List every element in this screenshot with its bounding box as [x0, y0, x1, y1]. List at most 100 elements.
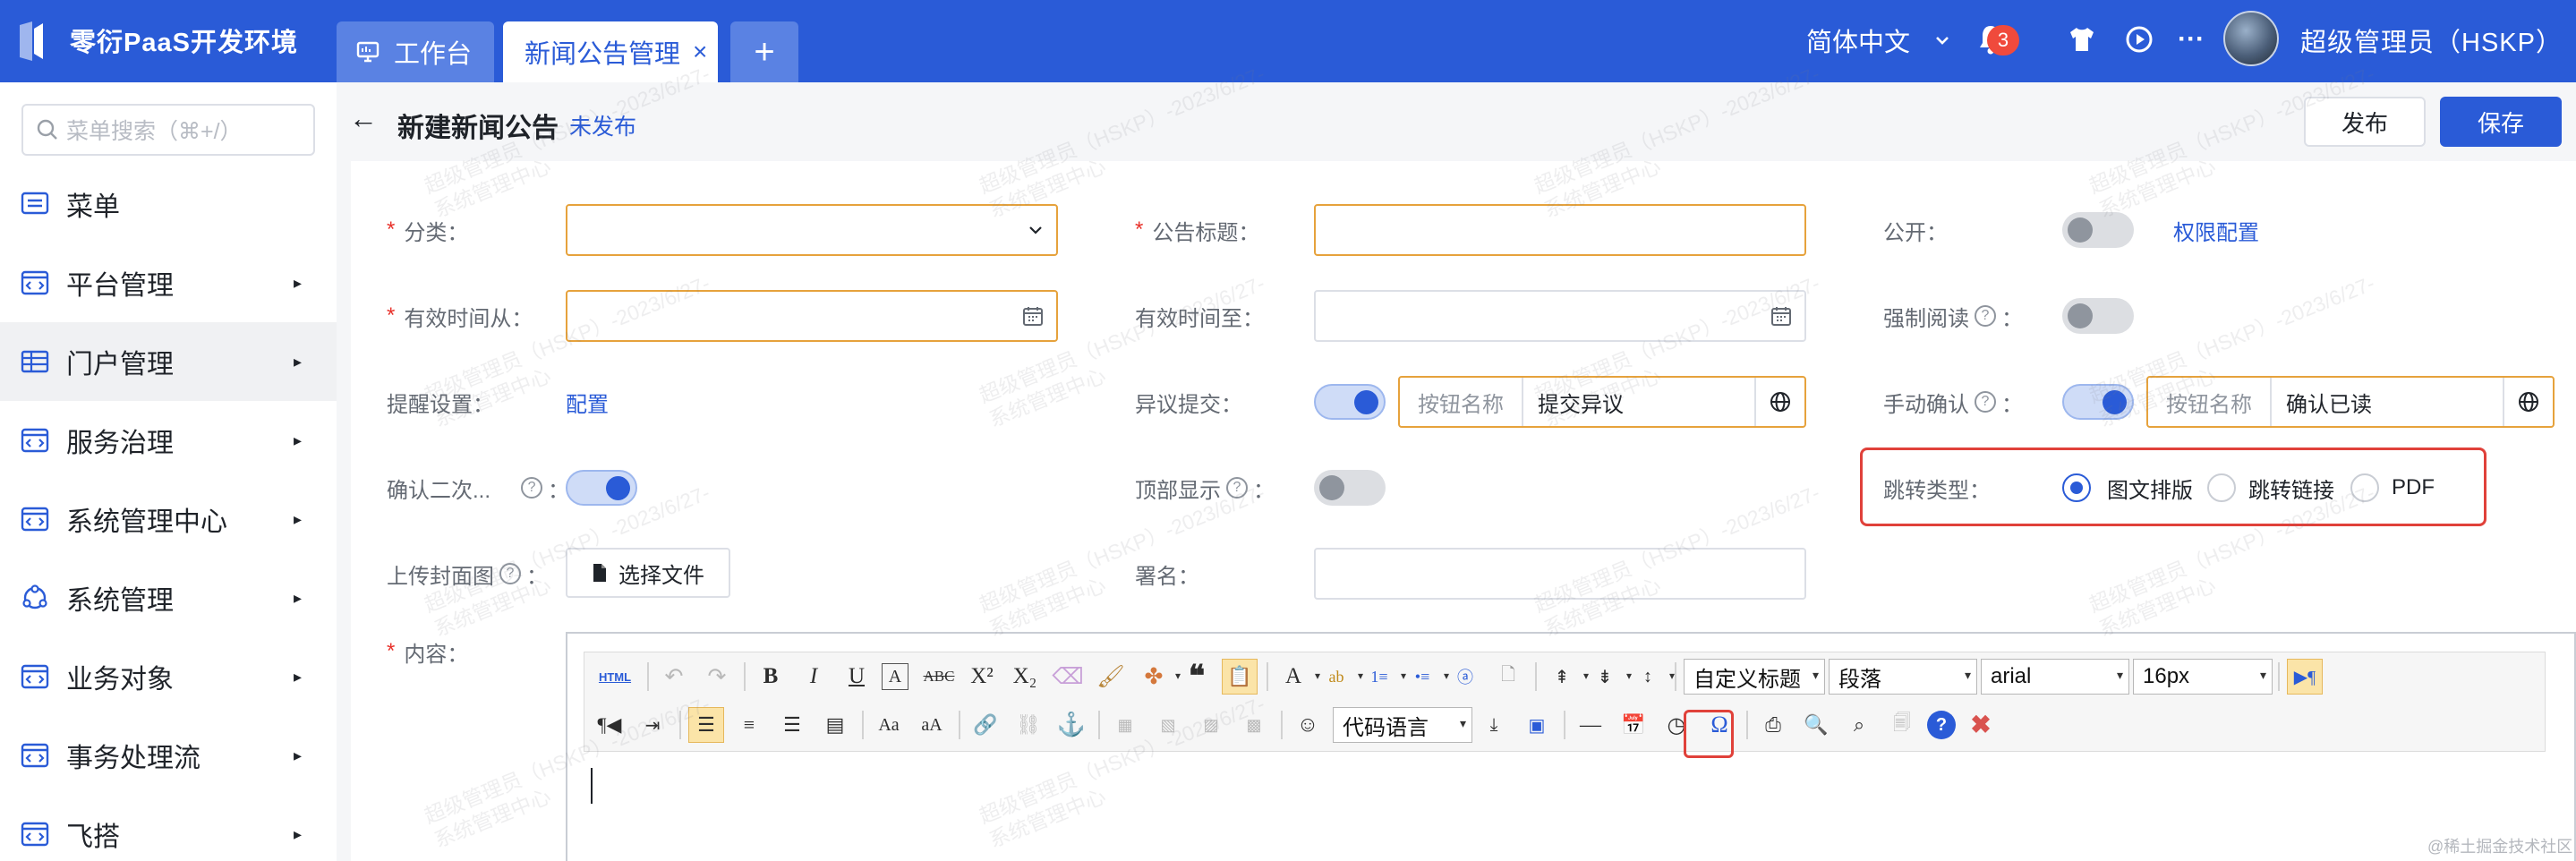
highlight-color-icon[interactable]: ab	[1318, 659, 1364, 695]
radio-checked-icon[interactable]	[2062, 473, 2091, 502]
force-read-toggle[interactable]	[2062, 298, 2134, 334]
subscript-icon[interactable]: X₂	[1007, 659, 1043, 695]
fullwidth-char-icon[interactable]: ⓐ	[1447, 659, 1483, 695]
shirt-icon[interactable]	[2064, 20, 2100, 59]
question-icon[interactable]: ?	[1975, 391, 1996, 413]
font-family-select[interactable]: arial	[1981, 659, 2129, 695]
image-right-icon[interactable]: ▨	[1193, 707, 1229, 743]
play-circle-icon[interactable]	[2121, 20, 2157, 59]
align-center-icon[interactable]: ≡	[731, 707, 767, 743]
sidebar-item-portal[interactable]: 门户管理 ▸	[0, 322, 337, 401]
back-arrow-icon[interactable]: ←	[349, 102, 378, 135]
valid-to-picker[interactable]	[1314, 290, 1806, 342]
print-icon[interactable]: ⎙	[1755, 707, 1791, 743]
paragraph-spacing-top-icon[interactable]: ⇞	[1544, 659, 1589, 695]
radio-icon[interactable]	[2207, 473, 2236, 502]
paragraph-spacing-bottom-icon[interactable]: ⇟	[1587, 659, 1632, 695]
unlink-icon[interactable]: ⛓	[1011, 707, 1046, 743]
more-icon[interactable]: ···	[2173, 20, 2209, 59]
search-replace-icon[interactable]: ⌕	[1841, 707, 1877, 743]
horizontal-rule-icon[interactable]: —	[1573, 707, 1608, 743]
link-icon[interactable]: 🔗	[968, 707, 1003, 743]
jump-type-option-pdf[interactable]: PDF	[2350, 470, 2435, 506]
code-language-select[interactable]: 代码语言	[1333, 707, 1472, 743]
undo-icon[interactable]: ↶	[656, 659, 692, 695]
emotion-icon[interactable]: ☺	[1290, 707, 1326, 743]
unordered-list-icon[interactable]: •≡	[1404, 659, 1449, 695]
top-display-toggle[interactable]	[1314, 470, 1386, 506]
permission-config-link[interactable]: 权限配置	[2173, 204, 2259, 256]
radio-icon[interactable]	[2350, 473, 2379, 502]
date-icon[interactable]: 📅	[1616, 707, 1651, 743]
language-selector[interactable]: 简体中文	[1806, 21, 1949, 59]
align-left-icon[interactable]: ☰	[688, 707, 724, 743]
sidebar-item-feida[interactable]: 飞搭 ▸	[0, 795, 337, 861]
rtl-direction-icon[interactable]: ¶◀	[592, 707, 627, 743]
close-icon[interactable]: ×	[693, 38, 707, 66]
tab-news-announcement[interactable]: 新闻公告管理 ×	[503, 21, 718, 82]
anchor-icon[interactable]: ⚓	[1053, 707, 1089, 743]
custom-title-select[interactable]: 自定义标题	[1684, 659, 1825, 695]
font-border-icon[interactable]: A	[882, 663, 908, 690]
draft-icon[interactable]: 🗐	[1884, 707, 1920, 743]
valid-from-picker[interactable]	[566, 290, 1058, 342]
image-center-icon[interactable]: ▩	[1236, 707, 1272, 743]
objection-button-name-input[interactable]: 按钮名称 提交异议	[1398, 376, 1806, 428]
question-icon[interactable]: ?	[1226, 477, 1248, 499]
align-justify-icon[interactable]: ▤	[817, 707, 853, 743]
user-name[interactable]: 超级管理员（HSKP）	[2300, 21, 2563, 59]
confirm-twice-toggle[interactable]	[566, 470, 637, 506]
category-select[interactable]	[566, 204, 1058, 256]
font-size-select[interactable]: 16px	[2133, 659, 2273, 695]
question-icon[interactable]: ?	[521, 477, 543, 499]
tab-workbench[interactable]: 工作台	[337, 21, 494, 82]
sidebar-item-platform[interactable]: 平台管理 ▸	[0, 243, 337, 322]
jump-type-option-link[interactable]: 跳转链接	[2207, 470, 2334, 506]
preview-icon[interactable]: 🔍	[1798, 707, 1834, 743]
align-right-icon[interactable]: ☰	[774, 707, 810, 743]
ltr-direction-icon[interactable]: ▶¶	[2287, 659, 2323, 695]
question-icon[interactable]: ?	[1975, 305, 1996, 327]
clear-doc-icon[interactable]: 🗋	[1490, 659, 1526, 695]
question-icon[interactable]: ?	[499, 563, 521, 584]
template-icon[interactable]: ▣	[1519, 707, 1555, 743]
font-color-icon[interactable]: A	[1275, 659, 1320, 695]
select-file-button[interactable]: 选择文件	[566, 548, 730, 598]
sidebar-item-transaction-flow[interactable]: 事务处理流 ▸	[0, 716, 337, 795]
rich-text-editor[interactable]: HTML ↶ ↷ B I U A ABC X² X₂ ⌫ 🖌 ✤ ❝ 📋 A a…	[566, 632, 2576, 861]
line-height-icon[interactable]: ↕	[1630, 659, 1675, 695]
strikethrough-icon[interactable]: ABC	[921, 659, 957, 695]
sidebar-item-menu[interactable]: 菜单	[0, 165, 337, 243]
globe-icon[interactable]	[1754, 378, 1804, 426]
to-uppercase-icon[interactable]: Aa	[871, 707, 907, 743]
page-break-icon[interactable]: ⤓	[1476, 707, 1512, 743]
input-value[interactable]: 确认已读	[2272, 378, 2503, 426]
sidebar-item-service-governance[interactable]: 服务治理 ▸	[0, 401, 337, 480]
superscript-icon[interactable]: X²	[964, 659, 1000, 695]
ordered-list-icon[interactable]: 1≡	[1361, 659, 1406, 695]
signature-input[interactable]	[1314, 548, 1806, 600]
image-none-icon[interactable]: ▦	[1107, 707, 1143, 743]
html-source-button[interactable]: HTML	[592, 659, 638, 695]
paste-plain-icon[interactable]: 📋	[1222, 659, 1258, 695]
reminder-config-link[interactable]: 配置	[566, 376, 609, 428]
sidebar-item-business-object[interactable]: 业务对象 ▸	[0, 637, 337, 716]
globe-icon[interactable]	[2503, 378, 2553, 426]
image-left-icon[interactable]: ▧	[1150, 707, 1186, 743]
auto-typeset-icon[interactable]: ✤	[1136, 659, 1181, 695]
sidebar-item-system-center[interactable]: 系统管理中心 ▸	[0, 480, 337, 558]
eraser-icon[interactable]: ⌫	[1050, 659, 1086, 695]
objection-toggle[interactable]	[1314, 384, 1386, 420]
underline-icon[interactable]: U	[839, 659, 874, 695]
bold-icon[interactable]: B	[753, 659, 789, 695]
sidebar-item-system-management[interactable]: 系统管理 ▸	[0, 558, 337, 637]
jump-type-option-richtext[interactable]: 图文排版	[2062, 470, 2193, 506]
redo-icon[interactable]: ↷	[699, 659, 735, 695]
custom-plugin-icon[interactable]: ✖	[1963, 707, 1999, 743]
help-icon[interactable]: ?	[1927, 711, 1956, 739]
public-toggle[interactable]	[2062, 212, 2134, 248]
menu-search-input[interactable]: 菜单搜索（⌘+/）	[21, 104, 315, 156]
announcement-title-input[interactable]	[1314, 204, 1806, 256]
publish-button[interactable]: 发布	[2304, 97, 2426, 147]
input-value[interactable]: 提交异议	[1523, 378, 1754, 426]
